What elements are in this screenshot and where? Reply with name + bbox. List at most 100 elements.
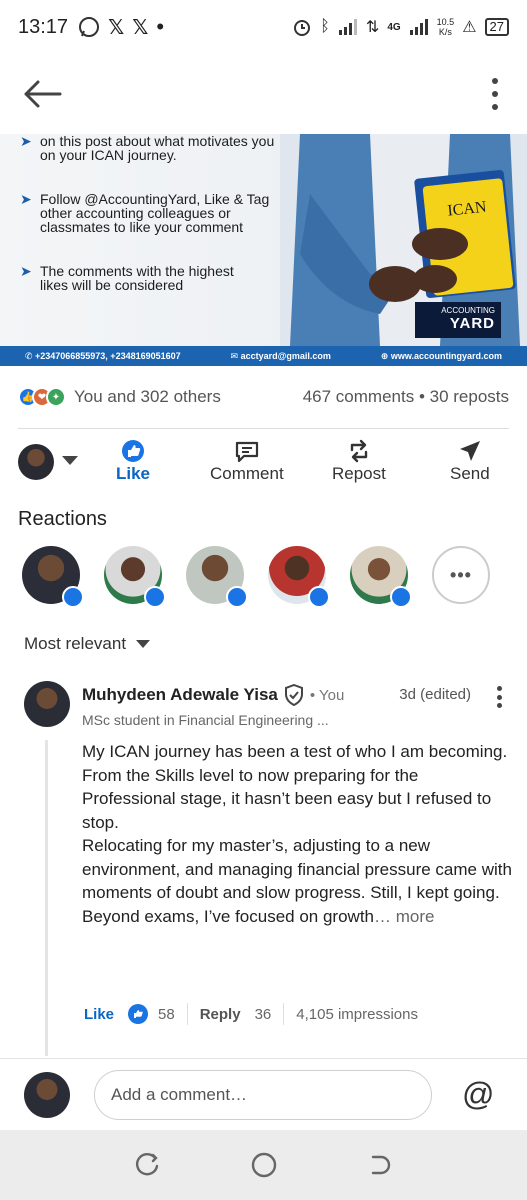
repost-button[interactable]: Repost xyxy=(332,438,386,484)
data-transfer-icon: ⇅ xyxy=(365,19,380,36)
post-image[interactable]: ➤ on this post about what motivates you … xyxy=(0,134,527,366)
comments-reposts-count[interactable]: 467 comments • 30 reposts xyxy=(303,387,509,407)
verified-shield-icon xyxy=(284,684,303,706)
app-bar xyxy=(0,60,527,130)
like-button[interactable]: Like xyxy=(116,438,150,484)
send-label: Send xyxy=(450,464,490,483)
separator xyxy=(186,1003,188,1025)
email-text: acctyard@gmail.com xyxy=(240,350,331,361)
comment-reply-count[interactable]: 36 xyxy=(255,1006,272,1023)
comment-impressions[interactable]: 4,105 impressions xyxy=(296,1006,418,1023)
reactor-avatar[interactable] xyxy=(350,546,412,608)
comment-author-name[interactable]: Muhydeen Adewale Yisa xyxy=(82,685,278,705)
reactor-avatar[interactable] xyxy=(22,546,84,608)
post-actions: Like Comment Repost Send xyxy=(0,436,527,496)
thread-line xyxy=(45,740,48,1056)
whatsapp-icon xyxy=(79,17,100,37)
reactor-avatar[interactable] xyxy=(268,546,330,608)
repost-icon xyxy=(350,439,368,463)
reactions-heading: Reactions xyxy=(18,508,107,530)
x-app-icon-2: 𝕏 xyxy=(132,16,149,39)
like-label: Like xyxy=(116,464,151,483)
like-badge-icon xyxy=(226,586,248,608)
comment-paragraph-last: Beyond exams, I’ve focused on growth… mo… xyxy=(82,905,512,929)
accounting-yard-logo: ACCOUNTING YARD xyxy=(415,302,501,338)
comment-menu-icon[interactable] xyxy=(495,686,503,708)
mention-button[interactable]: @ xyxy=(462,1076,494,1113)
like-badge-icon xyxy=(144,586,166,608)
chevron-down-icon[interactable] xyxy=(62,456,78,465)
logo-text-bottom: YARD xyxy=(449,315,495,332)
comment-label: Comment xyxy=(210,464,284,483)
home-icon[interactable] xyxy=(250,1151,278,1179)
status-bar: 13:17 𝕏 𝕏 • ᛒ ⇅ 4G 10.5 K/s ⚠ 27 xyxy=(0,0,527,54)
more-reactions-button[interactable]: ••• xyxy=(432,546,490,604)
image-bullet-text: The comments with the highest likes will… xyxy=(40,263,234,293)
comment-timestamp: 3d (edited) xyxy=(399,686,471,703)
comment-icon xyxy=(235,441,258,463)
website-contact: ⊕ www.accountingyard.com xyxy=(380,350,503,361)
status-system-icons: ᛒ ⇅ 4G 10.5 K/s ⚠ 27 xyxy=(292,17,509,37)
bluetooth-icon: ᛒ xyxy=(320,18,330,35)
social-counts: 👍 ❤ ✦ You and 302 others 467 comments • … xyxy=(18,380,509,414)
like-badge-icon xyxy=(62,586,84,608)
comment-paragraph: Beyond exams, I’ve focused on growth xyxy=(82,906,374,926)
arrow-icon: ➤ xyxy=(20,134,32,149)
email-contact: ✉ acctyard@gmail.com xyxy=(230,350,331,361)
website-text: www.accountingyard.com xyxy=(390,350,503,361)
phone-contact: ✆ +2347066855973, +2348169051607 xyxy=(24,350,181,361)
comment-reply-button[interactable]: Reply xyxy=(200,1006,241,1023)
logo-text-top: ACCOUNTING xyxy=(441,306,495,315)
chevron-down-icon xyxy=(136,640,151,648)
reactor-avatar[interactable] xyxy=(186,546,248,608)
comment-paragraph: From the Skills level to now preparing f… xyxy=(82,765,492,832)
avatar[interactable] xyxy=(18,444,54,480)
sort-label: Most relevant xyxy=(24,634,127,653)
sort-dropdown[interactable]: Most relevant xyxy=(24,634,151,654)
like-badge-icon xyxy=(390,586,412,608)
send-button[interactable]: Send xyxy=(450,438,490,484)
repost-label: Repost xyxy=(332,464,386,483)
see-more-link[interactable]: … more xyxy=(374,907,434,926)
you-label: • You xyxy=(309,686,345,704)
comment-actions: Like 58 Reply 36 4,105 impressions xyxy=(84,1003,418,1025)
recents-icon[interactable] xyxy=(135,1152,161,1178)
comment-like-count[interactable]: 58 xyxy=(158,1006,175,1023)
thumbs-up-icon xyxy=(128,1004,149,1024)
image-bullet: ➤ Follow @AccountingYard, Like & Tag oth… xyxy=(20,192,282,234)
reaction-icons[interactable]: 👍 ❤ ✦ xyxy=(18,387,66,407)
thumbs-up-icon xyxy=(122,440,145,462)
overflow-menu-icon[interactable] xyxy=(487,74,503,114)
status-time: 13:17 xyxy=(18,15,69,38)
phone-text: +2347066855973, +2348169051607 xyxy=(34,350,181,361)
back-nav-icon[interactable] xyxy=(367,1152,393,1178)
comment-body: My ICAN journey has been a test of who I… xyxy=(82,740,512,928)
reactor-avatars: ••• xyxy=(22,546,490,608)
arrow-icon: ➤ xyxy=(20,263,32,279)
back-arrow-icon[interactable] xyxy=(20,74,64,114)
comment-header: Muhydeen Adewale Yisa • You 3d (edited) … xyxy=(82,684,507,728)
like-badge-icon xyxy=(308,586,330,608)
reactions-count[interactable]: You and 302 others xyxy=(74,387,221,407)
network-speed-unit: K/s xyxy=(438,27,452,37)
network-speed: 10.5 K/s xyxy=(437,17,455,37)
comment-paragraph: My ICAN journey has been a test of who I… xyxy=(82,742,508,761)
signal-icon xyxy=(338,19,357,35)
comment-input[interactable]: Add a comment… xyxy=(94,1070,432,1120)
network-speed-value: 10.5 xyxy=(436,17,455,27)
comment-like-button[interactable]: Like xyxy=(84,1006,114,1023)
avatar[interactable] xyxy=(24,1072,70,1118)
reactor-avatar[interactable] xyxy=(104,546,166,608)
image-bullet: ➤ The comments with the highest likes wi… xyxy=(20,264,260,292)
comment-button[interactable]: Comment xyxy=(210,438,284,484)
system-nav-bar xyxy=(0,1130,527,1200)
divider xyxy=(18,428,509,429)
image-bullet-text: Follow @AccountingYard, Like & Tag other… xyxy=(40,191,270,235)
comment-author-headline: MSc student in Financial Engineering ... xyxy=(82,712,329,728)
alarm-icon xyxy=(294,20,311,36)
arrow-icon: ➤ xyxy=(20,191,32,207)
image-bullet-text: on this post about what motivates you on… xyxy=(40,134,275,163)
separator xyxy=(283,1003,285,1025)
warning-icon: ⚠ xyxy=(462,19,477,36)
comment-author-avatar[interactable] xyxy=(24,681,70,727)
